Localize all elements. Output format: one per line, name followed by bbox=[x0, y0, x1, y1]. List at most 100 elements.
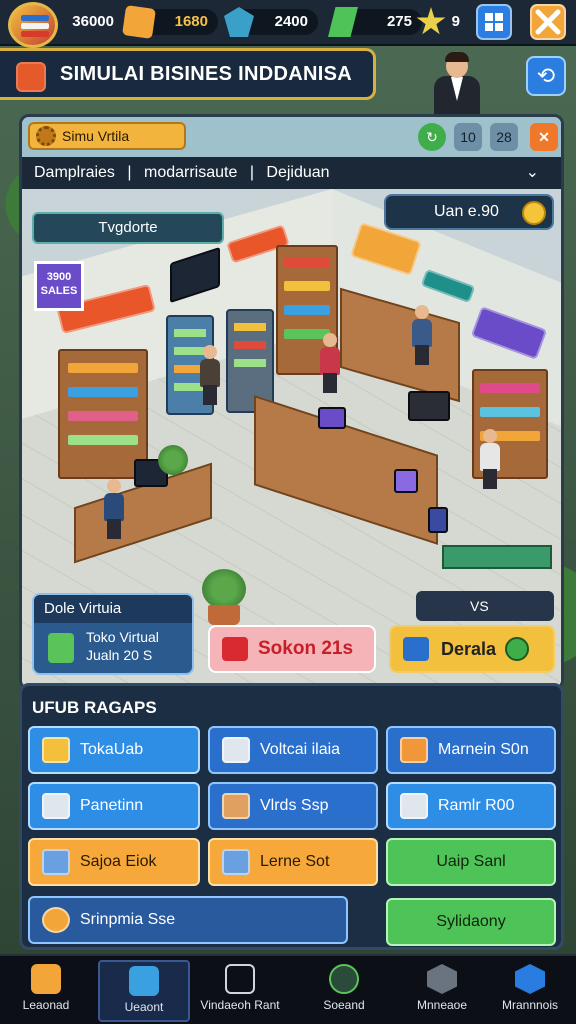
tab-modarrisaute[interactable]: modarrisaute bbox=[144, 164, 237, 181]
manager-character[interactable] bbox=[430, 50, 486, 116]
cart bbox=[442, 545, 552, 569]
refresh-icon[interactable]: ↻ bbox=[418, 123, 446, 151]
plant-pot bbox=[208, 605, 240, 625]
upgrade-button[interactable]: Marnein S0n bbox=[386, 726, 556, 774]
house-icon bbox=[31, 964, 61, 994]
upgrade-label: Lerne Sot bbox=[260, 853, 330, 870]
camera-rotate-button[interactable]: ⟲ bbox=[526, 56, 566, 96]
upgrade-label: Marnein S0n bbox=[438, 741, 529, 758]
sales-poster: 3900 SALES bbox=[34, 261, 84, 311]
tab-separator: | bbox=[249, 164, 254, 181]
nav-item-inventory[interactable]: Vindaeoh Rant bbox=[194, 960, 286, 1022]
cash-value: 275 bbox=[386, 13, 412, 30]
upgrade-button[interactable]: Sylidaony bbox=[386, 898, 556, 946]
store-icon bbox=[129, 966, 159, 996]
vending-machine[interactable] bbox=[226, 309, 274, 413]
upgrade-label: Ramlr R00 bbox=[438, 797, 515, 814]
player-avatar[interactable] bbox=[8, 2, 58, 48]
upgrade-icon bbox=[222, 849, 250, 875]
store-tag[interactable]: Simu Vrtila bbox=[28, 122, 186, 150]
nav-item-search[interactable]: Soeand bbox=[298, 960, 390, 1022]
staff-character[interactable] bbox=[198, 345, 222, 405]
upgrade-icon bbox=[400, 737, 428, 763]
upgrade-button[interactable]: Uaip Sanl bbox=[386, 838, 556, 886]
tab-damplraies[interactable]: Damplraies bbox=[34, 164, 115, 181]
sale-button[interactable]: Sokon 21s bbox=[208, 625, 376, 673]
upgrade-label: Panetinn bbox=[80, 797, 144, 814]
upgrade-button-wide[interactable]: Srinpmia Sse bbox=[28, 896, 348, 944]
header-button-2[interactable]: 28 bbox=[490, 123, 518, 151]
potted-plant bbox=[202, 569, 246, 609]
upgrade-button[interactable]: Vlrds Ssp bbox=[208, 782, 378, 830]
coin-icon bbox=[522, 201, 546, 225]
gold-counter[interactable]: 1680 bbox=[122, 5, 218, 39]
tools-button[interactable] bbox=[530, 4, 566, 40]
upgrade-button[interactable]: Sajoa Eiok bbox=[28, 838, 200, 886]
gold-value: 1680 bbox=[174, 13, 208, 30]
cashier-character[interactable] bbox=[410, 305, 434, 365]
gems-value: 2400 bbox=[274, 13, 308, 30]
nav-item-manage[interactable]: Mnneaoe bbox=[396, 960, 488, 1022]
upgrade-button[interactable]: Ramlr R00 bbox=[386, 782, 556, 830]
cash-counter[interactable]: 275 bbox=[328, 7, 422, 37]
nav-label: Mrannnois bbox=[501, 998, 559, 1012]
resource-bar: 36000 1680 2400 275 9 bbox=[0, 0, 576, 48]
store-isometric-view[interactable]: 3900 SALES Tvgdorte Uan e.90 VS Dole Vir… bbox=[22, 189, 561, 687]
tab-dejiduan[interactable]: Dejiduan bbox=[266, 164, 329, 181]
upgrade-button[interactable]: Lerne Sot bbox=[208, 838, 378, 886]
nav-item-store[interactable]: Ueaont bbox=[98, 960, 190, 1022]
nav-label: Soeand bbox=[323, 998, 365, 1012]
pos-screen bbox=[394, 469, 418, 493]
upgrade-label: Sajoa Eiok bbox=[80, 853, 157, 870]
store-tag-label: Simu Vrtila bbox=[62, 128, 130, 144]
upgrade-button[interactable]: Voltcai ilaia bbox=[208, 726, 378, 774]
stars-value: 9 bbox=[451, 13, 460, 30]
coin-icon bbox=[42, 907, 70, 933]
deal-button[interactable]: Derala bbox=[389, 625, 555, 673]
store-info-card[interactable]: Dole Virtuia Toko Virtual Jualn 20 S bbox=[32, 593, 194, 675]
balance-label[interactable]: Uan e.90 bbox=[384, 194, 554, 230]
status-bar: VS bbox=[416, 591, 554, 621]
shield-check-icon bbox=[16, 62, 46, 92]
nav-label: Mnneaoe bbox=[416, 998, 468, 1012]
upgrades-title: UFUB RAGAPS bbox=[32, 698, 157, 717]
stars-counter[interactable]: 9 bbox=[414, 7, 470, 35]
upgrade-label: Voltcai ilaia bbox=[260, 741, 341, 758]
shield-gem-icon bbox=[224, 7, 254, 37]
upgrade-label: Vlrds Ssp bbox=[260, 797, 329, 814]
chevron-down-icon[interactable]: ⌄ bbox=[526, 157, 539, 189]
store-name-label[interactable]: Tvgdorte bbox=[32, 212, 224, 244]
gems-counter[interactable]: 2400 bbox=[224, 7, 318, 37]
clerk-character[interactable] bbox=[478, 429, 502, 489]
close-button[interactable]: ✕ bbox=[530, 123, 558, 151]
cash-icon bbox=[328, 7, 358, 37]
printer bbox=[408, 391, 450, 421]
star-icon bbox=[416, 7, 446, 35]
grid-icon bbox=[485, 13, 503, 31]
money-counter: 36000 bbox=[66, 9, 116, 35]
shield-icon bbox=[515, 964, 545, 994]
gear-icon bbox=[36, 126, 56, 146]
upgrade-button[interactable]: TokaUab bbox=[28, 726, 200, 774]
potted-plant bbox=[158, 445, 188, 475]
sale-box-icon bbox=[222, 637, 248, 661]
poster-text: 3900 SALES bbox=[40, 271, 78, 297]
game-title-banner: SIMULAI BISINES INDDANISA bbox=[0, 48, 376, 100]
store-panel: Simu Vrtila ↻ 10 28 ✕ Damplraies | modar… bbox=[19, 114, 564, 690]
upgrade-button[interactable]: Panetinn bbox=[28, 782, 200, 830]
balance-text: Uan e.90 bbox=[434, 203, 499, 220]
panel-header: Simu Vrtila ↻ 10 28 ✕ bbox=[22, 117, 561, 157]
header-button-1[interactable]: 10 bbox=[454, 123, 482, 151]
nav-item-more[interactable]: Mrannnois bbox=[484, 960, 576, 1022]
grid-menu-button[interactable] bbox=[476, 4, 512, 40]
customer-character[interactable] bbox=[318, 333, 342, 393]
package-icon bbox=[403, 637, 429, 661]
nav-item-home[interactable]: Leaonad bbox=[0, 960, 92, 1022]
deal-button-label: Derala bbox=[441, 639, 497, 659]
close-icon: ✕ bbox=[538, 129, 550, 145]
tablet bbox=[428, 507, 448, 533]
magnifier-icon bbox=[329, 964, 359, 994]
bottom-navigation: Leaonad Ueaont Vindaeoh Rant Soeand Mnne… bbox=[0, 954, 576, 1024]
upgrade-icon bbox=[400, 793, 428, 819]
office-worker-character[interactable] bbox=[102, 479, 126, 539]
